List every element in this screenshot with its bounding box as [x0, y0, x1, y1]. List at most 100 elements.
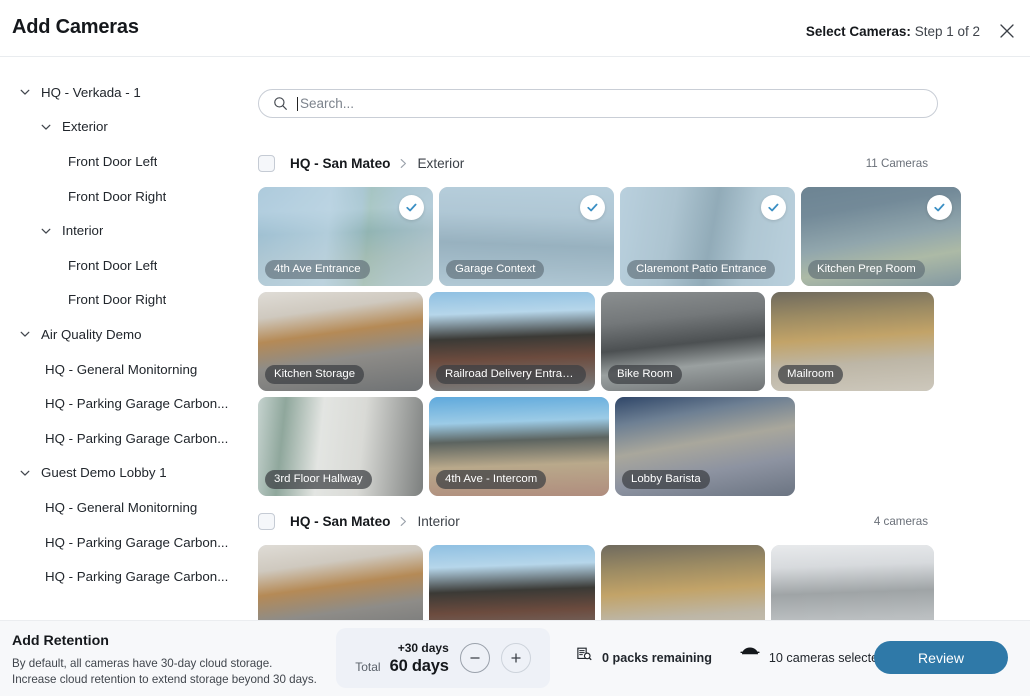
camera-name-label: 4th Ave - Intercom — [436, 470, 546, 489]
sidebar-item-hq-general-monitorning[interactable]: HQ - General Monitorning — [0, 490, 255, 525]
camera-thumbnail — [258, 545, 423, 620]
sidebar-item-front-door-right[interactable]: Front Door Right — [0, 179, 255, 214]
sidebar-item-air-quality-demo[interactable]: Air Quality Demo — [0, 317, 255, 352]
sidebar-item-front-door-right[interactable]: Front Door Right — [0, 283, 255, 318]
minus-icon[interactable] — [460, 643, 490, 673]
search-input[interactable]: Search... — [258, 89, 938, 118]
camera-tile[interactable] — [258, 545, 423, 620]
sidebar-item-label: Front Door Right — [68, 292, 166, 307]
group-area-name: Interior — [417, 514, 459, 529]
camera-thumbnail — [771, 545, 934, 620]
sidebar-item-exterior[interactable]: Exterior — [0, 110, 255, 145]
camera-tile[interactable]: Garage Context — [439, 187, 614, 286]
sidebar-item-front-door-left[interactable]: Front Door Left — [0, 144, 255, 179]
camera-tile[interactable] — [601, 545, 765, 620]
dome-camera-icon — [740, 647, 760, 668]
camera-tile[interactable]: Kitchen Storage — [258, 292, 423, 391]
camera-tile-row — [258, 545, 938, 620]
camera-tile[interactable]: 4th Ave Entrance — [258, 187, 433, 286]
sidebar-item-guest-demo-lobby-1[interactable]: Guest Demo Lobby 1 — [0, 456, 255, 491]
sidebar-item-label: HQ - General Monitorning — [45, 500, 197, 515]
camera-tile[interactable]: Railroad Delivery Entrance — [429, 292, 595, 391]
sidebar-item-label: HQ - Parking Garage Carbon... — [45, 535, 228, 550]
packs-remaining: 0 packs remaining — [575, 646, 712, 669]
retention-total-label: Total — [355, 660, 380, 674]
camera-browser: Search... HQ - San Mateo Exterior 11 Camer… — [255, 57, 1030, 620]
camera-tile[interactable] — [429, 545, 595, 620]
cameras-selected-text: 10 cameras selected — [769, 651, 885, 665]
camera-tile[interactable] — [771, 545, 934, 620]
sidebar-item-label: Exterior — [62, 119, 108, 134]
chevron-right-icon — [399, 516, 408, 527]
chevron-right-icon — [399, 158, 408, 169]
sidebar-item-label: Interior — [62, 223, 103, 238]
camera-group: HQ - San Mateo Interior 4 cameras — [258, 510, 938, 620]
add-cameras-modal: Add Cameras Select Cameras: Step 1 of 2 … — [0, 0, 1030, 696]
plus-icon[interactable] — [501, 643, 531, 673]
sidebar-item-label: Front Door Left — [68, 154, 157, 169]
check-icon[interactable] — [927, 195, 952, 220]
search-placeholder: Search... — [300, 96, 354, 111]
camera-name-label: Garage Context — [446, 260, 544, 279]
chevron-down-icon[interactable] — [39, 120, 53, 134]
review-button[interactable]: Review — [874, 641, 1008, 674]
chevron-down-icon[interactable] — [18, 327, 32, 341]
retention-stepper: +30 days Total 60 days — [336, 628, 550, 688]
camera-name-label: Lobby Barista — [622, 470, 710, 489]
sidebar-item-hq-parking-garage-carbon[interactable]: HQ - Parking Garage Carbon... — [0, 386, 255, 421]
camera-name-label: 4th Ave Entrance — [265, 260, 370, 279]
group-camera-count: 4 cameras — [874, 515, 938, 528]
modal-body: HQ - Verkada - 1 Exterior Front Door Left F… — [0, 57, 1030, 620]
group-select-checkbox[interactable] — [258, 513, 275, 530]
retention-days-readout: +30 days Total 60 days — [355, 640, 449, 676]
camera-name-label: Bike Room — [608, 365, 682, 384]
step-indicator: Select Cameras: Step 1 of 2 — [806, 24, 980, 39]
chevron-down-icon[interactable] — [18, 466, 32, 480]
group-camera-count: 11 Cameras — [866, 157, 938, 170]
text-caret — [297, 97, 298, 111]
camera-tile[interactable]: Claremont Patio Entrance — [620, 187, 795, 286]
page-title: Add Cameras — [12, 16, 139, 39]
sidebar-item-hq-parking-garage-carbon[interactable]: HQ - Parking Garage Carbon... — [0, 421, 255, 456]
camera-group-header: HQ - San Mateo Interior 4 cameras — [258, 510, 938, 532]
check-icon[interactable] — [761, 195, 786, 220]
camera-tile[interactable]: Bike Room — [601, 292, 765, 391]
group-site-name: HQ - San Mateo — [290, 514, 390, 529]
camera-tile[interactable]: Lobby Barista — [615, 397, 795, 496]
camera-tile-row: 3rd Floor Hallway 4th Ave - Intercom Lobby… — [258, 397, 938, 496]
packs-document-icon — [575, 646, 593, 669]
header-right: Select Cameras: Step 1 of 2 — [806, 20, 1018, 42]
sidebar-item-label: Front Door Left — [68, 258, 157, 273]
chevron-down-icon[interactable] — [18, 85, 32, 99]
retention-added-days: +30 days — [355, 640, 449, 657]
group-area-name: Exterior — [417, 156, 464, 171]
camera-tile[interactable]: 3rd Floor Hallway — [258, 397, 423, 496]
camera-tile[interactable]: Kitchen Prep Room — [801, 187, 961, 286]
close-icon[interactable] — [996, 20, 1018, 42]
sidebar-item-label: Guest Demo Lobby 1 — [41, 465, 167, 480]
check-icon[interactable] — [580, 195, 605, 220]
chevron-down-icon[interactable] — [39, 224, 53, 238]
sidebar-item-hq-parking-garage-carbon[interactable]: HQ - Parking Garage Carbon... — [0, 559, 255, 594]
sidebar-item-hq-parking-garage-carbon[interactable]: HQ - Parking Garage Carbon... — [0, 525, 255, 560]
check-icon[interactable] — [399, 195, 424, 220]
camera-tile-row: Kitchen StorageRailroad Delivery Entranc… — [258, 292, 938, 391]
camera-name-label: Mailroom — [778, 365, 843, 384]
sidebar-item-hq-general-monitorning[interactable]: HQ - General Monitorning — [0, 352, 255, 387]
cameras-selected: 10 cameras selected — [740, 647, 885, 668]
retention-desc-line-2: Increase cloud retention to extend stora… — [12, 672, 317, 688]
camera-tile[interactable]: Mailroom — [771, 292, 934, 391]
sidebar-item-label: HQ - Verkada - 1 — [41, 85, 141, 100]
camera-name-label: Claremont Patio Entrance — [627, 260, 775, 279]
camera-tile[interactable]: 4th Ave - Intercom — [429, 397, 609, 496]
sidebar-item-hq-verkada-1[interactable]: HQ - Verkada - 1 — [0, 75, 255, 110]
site-tree-sidebar[interactable]: HQ - Verkada - 1 Exterior Front Door Left F… — [0, 57, 255, 620]
sidebar-item-label: Front Door Right — [68, 189, 166, 204]
camera-group: HQ - San MateoExterior11 Cameras4th Ave … — [258, 152, 938, 502]
sidebar-item-front-door-left[interactable]: Front Door Left — [0, 248, 255, 283]
sidebar-item-interior[interactable]: Interior — [0, 213, 255, 248]
group-select-checkbox[interactable] — [258, 155, 275, 172]
sidebar-item-label: HQ - Parking Garage Carbon... — [45, 569, 228, 584]
step-value: Step 1 of 2 — [915, 24, 980, 39]
sidebar-item-label: HQ - Parking Garage Carbon... — [45, 431, 228, 446]
